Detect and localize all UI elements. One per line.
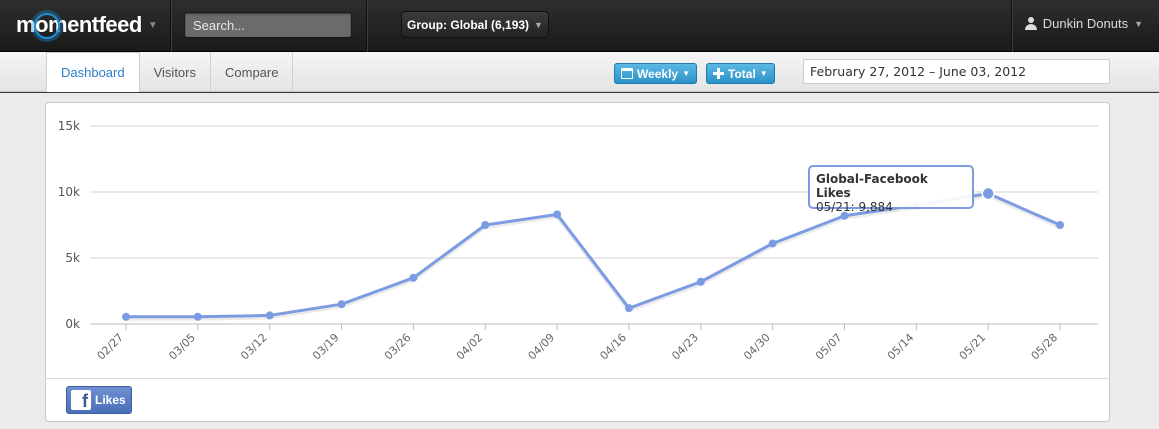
x-tick-label: 04/02 (454, 331, 486, 363)
legend-area (45, 378, 1110, 422)
x-tick-label: 03/19 (310, 331, 342, 363)
x-tick-label: 03/12 (238, 331, 270, 363)
data-point[interactable] (768, 239, 777, 248)
tooltip-value: 05/21: 9,884 (816, 200, 893, 214)
data-point[interactable] (981, 186, 995, 201)
x-tick-label: 02/27 (95, 331, 127, 363)
series-shadow (126, 193, 1061, 321)
y-axis-ticks: 0k 5k 10k 15k (58, 119, 80, 331)
likes-label: Likes (95, 393, 126, 407)
x-tick-label: 04/30 (741, 331, 773, 363)
likes-legend-button[interactable]: f Likes (66, 386, 132, 414)
data-point[interactable] (696, 277, 705, 286)
data-point[interactable] (481, 221, 490, 229)
data-point[interactable] (337, 300, 346, 309)
y-tick-label: 0k (65, 317, 80, 331)
data-point[interactable] (624, 304, 633, 313)
data-point[interactable] (553, 210, 562, 219)
x-tick-label: 04/09 (526, 331, 558, 363)
chart-tooltip: Global-Facebook Likes 05/21: 9,884 (808, 165, 974, 214)
x-tick-label: 03/26 (382, 331, 414, 363)
likes-line-chart: 0k 5k 10k 15k 02/27 03/05 03/12 03/19 03/26 04/0… (58, 119, 1098, 363)
data-point[interactable] (193, 312, 202, 321)
tooltip-title: Global-Facebook Likes (816, 172, 928, 200)
data-point[interactable] (409, 273, 418, 282)
chart-grid (90, 125, 1098, 325)
y-tick-label: 15k (58, 119, 80, 133)
data-point[interactable] (122, 312, 130, 321)
facebook-icon: f (71, 390, 91, 410)
x-tick-label: 04/16 (597, 331, 629, 363)
x-tick-label: 05/21 (957, 331, 989, 363)
x-tick-label: 05/07 (813, 331, 845, 363)
x-tick-label: 03/05 (166, 331, 198, 363)
x-tick-label: 05/14 (885, 331, 917, 363)
data-point[interactable] (265, 311, 274, 320)
data-point[interactable] (1056, 221, 1065, 229)
y-tick-label: 5k (65, 251, 80, 265)
x-tick-label: 05/28 (1029, 331, 1061, 363)
x-axis-ticks: 02/27 03/05 03/12 03/19 03/26 04/02 04/09 04/16… (95, 324, 1061, 363)
x-tick-label: 04/23 (669, 331, 701, 363)
y-tick-label: 10k (58, 185, 80, 199)
